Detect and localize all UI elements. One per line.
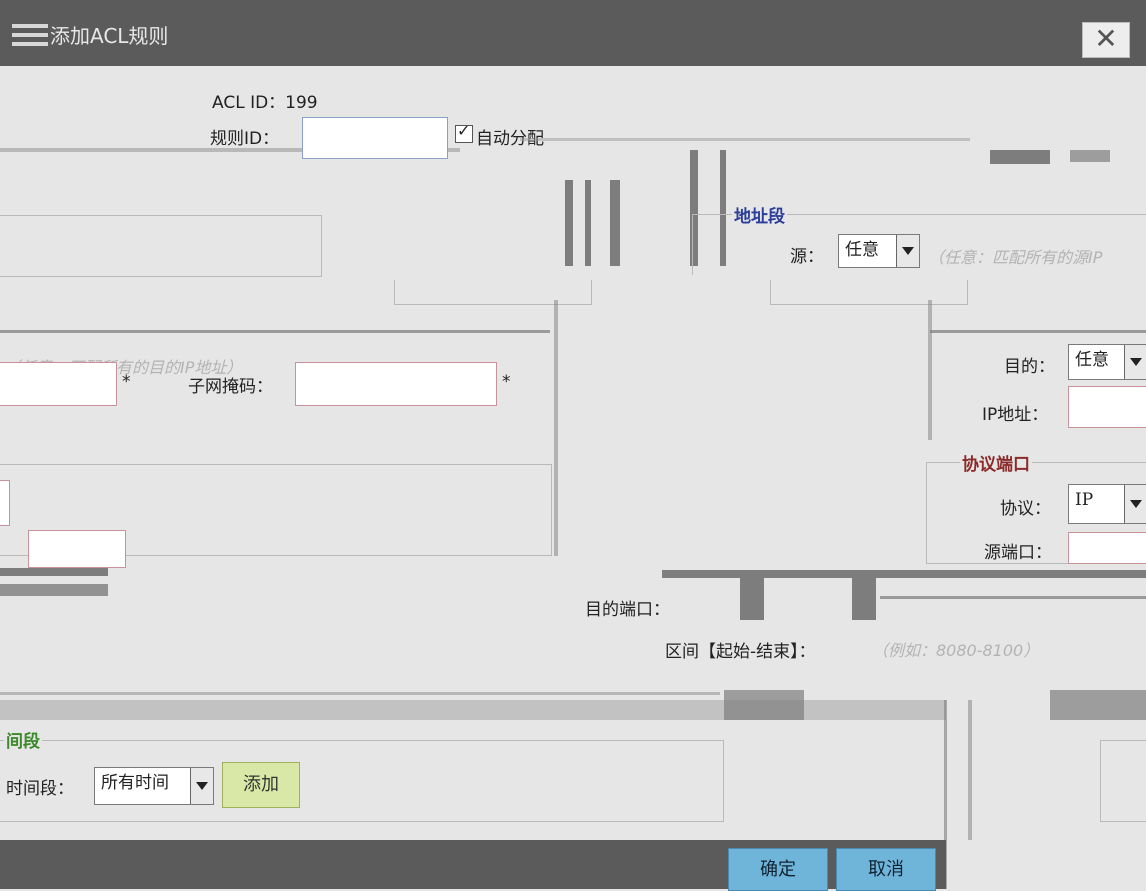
dest-ip-input-fragment[interactable] <box>0 362 117 406</box>
source-label: 源： <box>790 247 824 267</box>
artifact-bar <box>565 180 573 266</box>
artifact-box <box>394 280 592 305</box>
protocol-label: 协议： <box>1000 499 1051 519</box>
close-icon: ✕ <box>1094 22 1118 55</box>
time-legend: 间段 <box>4 727 42 752</box>
protocol-select-value: IP <box>1075 490 1094 510</box>
source-hint: （任意：匹配所有的源IP <box>928 248 1103 267</box>
chevron-down-icon <box>1124 485 1146 523</box>
cancel-button[interactable]: 取消 <box>836 848 936 891</box>
artifact-box <box>770 280 968 305</box>
dest-ip-input[interactable] <box>1068 386 1146 428</box>
chevron-down-icon <box>896 235 919 267</box>
ip-label: IP地址： <box>982 405 1049 425</box>
address-legend: 地址段 <box>732 202 787 227</box>
port-input-fragment[interactable] <box>28 530 126 568</box>
artifact-block <box>852 578 876 620</box>
left-fieldset-fragment <box>0 215 322 277</box>
artifact-bar <box>610 180 620 266</box>
artifact-bar <box>554 300 558 556</box>
required-mark: * <box>122 372 131 392</box>
acl-id-label: ACL ID：199 <box>212 93 318 113</box>
artifact-block <box>990 150 1050 164</box>
src-port-label: 源端口： <box>984 543 1052 563</box>
artifact-line <box>0 330 550 333</box>
artifact-band <box>662 570 1146 578</box>
right-fieldset-fragment <box>1100 740 1146 822</box>
artifact-band <box>0 568 108 576</box>
protocol-select[interactable]: IP <box>1068 484 1146 524</box>
dest-mask-input[interactable] <box>295 362 497 406</box>
rule-id-label: 规则ID： <box>210 129 280 149</box>
dialog-titlebar: 添加ACL规则 ✕ <box>0 0 1146 66</box>
mask-label: 子网掩码： <box>188 377 273 397</box>
range-label: 区间【起始-结束】： <box>665 642 816 662</box>
ok-button[interactable]: 确定 <box>728 848 828 891</box>
time-select[interactable]: 所有时间 <box>94 767 214 805</box>
input-fragment[interactable] <box>0 480 10 526</box>
src-port-input[interactable] <box>1068 532 1146 564</box>
required-mark: * <box>502 372 511 392</box>
rule-id-input[interactable] <box>302 117 448 159</box>
source-select[interactable]: 任意 <box>838 234 920 268</box>
add-time-button[interactable]: 添加 <box>222 762 300 808</box>
artifact-line <box>0 692 720 695</box>
dest-label: 目的： <box>1004 357 1055 377</box>
artifact-band <box>0 584 108 596</box>
dest-select[interactable]: 任意 <box>1068 344 1146 380</box>
artifact-block <box>1050 690 1146 720</box>
chevron-down-icon <box>1124 345 1146 379</box>
artifact-bar <box>968 700 972 840</box>
range-hint: （例如：8080-8100） <box>872 641 1040 660</box>
artifact-block <box>740 578 764 620</box>
artifact-block <box>1070 150 1110 162</box>
artifact-line <box>930 330 1146 333</box>
artifact-bar <box>585 180 591 266</box>
artifact-line <box>880 596 1146 599</box>
time-select-value: 所有时间 <box>101 773 169 793</box>
artifact-line <box>520 138 970 141</box>
chevron-down-icon <box>190 768 213 804</box>
source-select-value: 任意 <box>845 240 879 260</box>
dialog-title: 添加ACL规则 <box>50 24 169 48</box>
time-label: 时间段： <box>6 779 74 799</box>
auto-assign-checkbox[interactable] <box>455 121 473 143</box>
menu-icon <box>12 24 48 46</box>
auto-assign-label: 自动分配 <box>476 129 544 149</box>
protocol-legend: 协议端口 <box>960 450 1032 475</box>
dest-select-value: 任意 <box>1075 350 1109 370</box>
dest-port-label: 目的端口： <box>585 600 670 620</box>
artifact-bar <box>928 300 932 440</box>
close-button[interactable]: ✕ <box>1082 22 1130 58</box>
artifact-band <box>0 700 946 720</box>
